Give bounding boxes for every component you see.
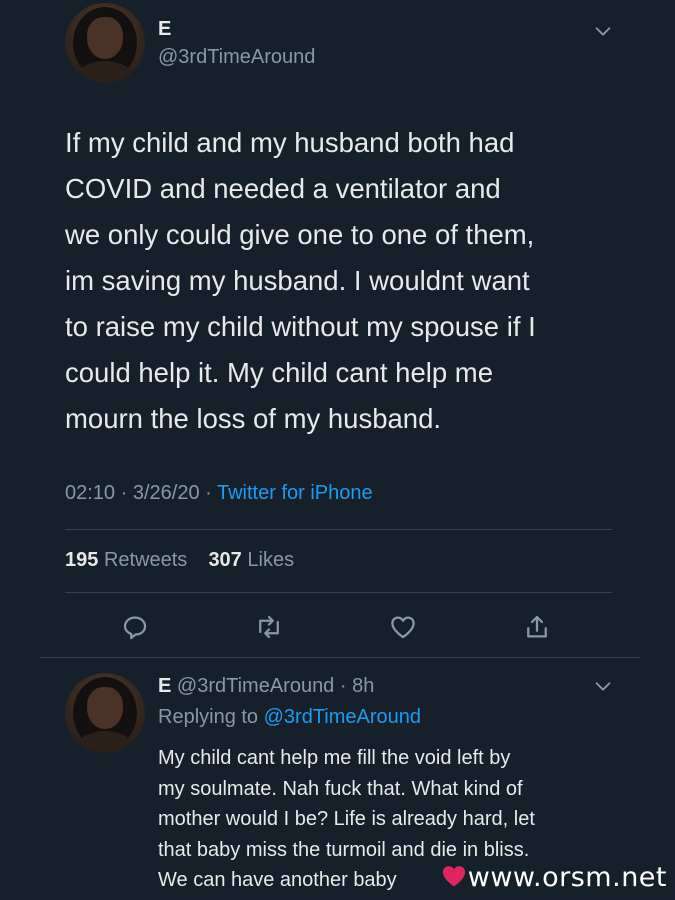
retweets-stat[interactable]: 195 Retweets	[65, 549, 187, 571]
share-icon[interactable]	[522, 612, 552, 642]
reply-header: E @3rdTimeAround · 8h	[158, 675, 374, 698]
retweets-count: 195	[65, 549, 99, 571]
tweet-source-link[interactable]: Twitter for iPhone	[217, 482, 373, 504]
retweet-icon[interactable]	[254, 612, 284, 642]
tweet-date[interactable]: 3/26/20	[133, 482, 200, 504]
heart-emoji-icon	[442, 866, 466, 887]
author-name[interactable]: E	[158, 18, 171, 41]
watermark: www.orsm.net	[467, 862, 667, 893]
tweet-meta: 02:10 · 3/26/20 · Twitter for iPhone	[65, 482, 373, 505]
avatar[interactable]	[65, 3, 145, 83]
reply-avatar[interactable]	[65, 673, 145, 753]
likes-count: 307	[208, 549, 242, 571]
chevron-down-icon[interactable]	[592, 20, 614, 42]
divider	[65, 529, 612, 530]
author-handle[interactable]: @3rdTimeAround	[158, 46, 315, 69]
replying-to: Replying to @3rdTimeAround	[158, 706, 421, 729]
divider	[40, 657, 640, 658]
tweet-time: 02:10	[65, 482, 116, 504]
tweet-text: If my child and my husband both had COVI…	[65, 127, 536, 434]
reply-author-handle[interactable]: @3rdTimeAround	[177, 675, 334, 697]
reply-icon[interactable]	[120, 612, 150, 642]
replying-handle-link[interactable]: @3rdTimeAround	[264, 706, 421, 728]
reply-author-name[interactable]: E	[158, 675, 171, 697]
like-icon[interactable]	[388, 612, 418, 642]
likes-label: Likes	[247, 549, 295, 571]
chevron-down-icon[interactable]	[592, 675, 614, 697]
meta-separator: ·	[205, 482, 217, 504]
replying-prefix: Replying to	[158, 706, 259, 728]
meta-separator: ·	[334, 675, 353, 697]
reply-age[interactable]: 8h	[352, 675, 374, 697]
retweets-label: Retweets	[103, 549, 188, 571]
meta-separator: ·	[120, 482, 133, 504]
likes-stat[interactable]: 307 Likes	[208, 549, 294, 571]
divider	[65, 592, 612, 593]
tweet-stats: 195 Retweets 307 Likes	[65, 549, 294, 572]
